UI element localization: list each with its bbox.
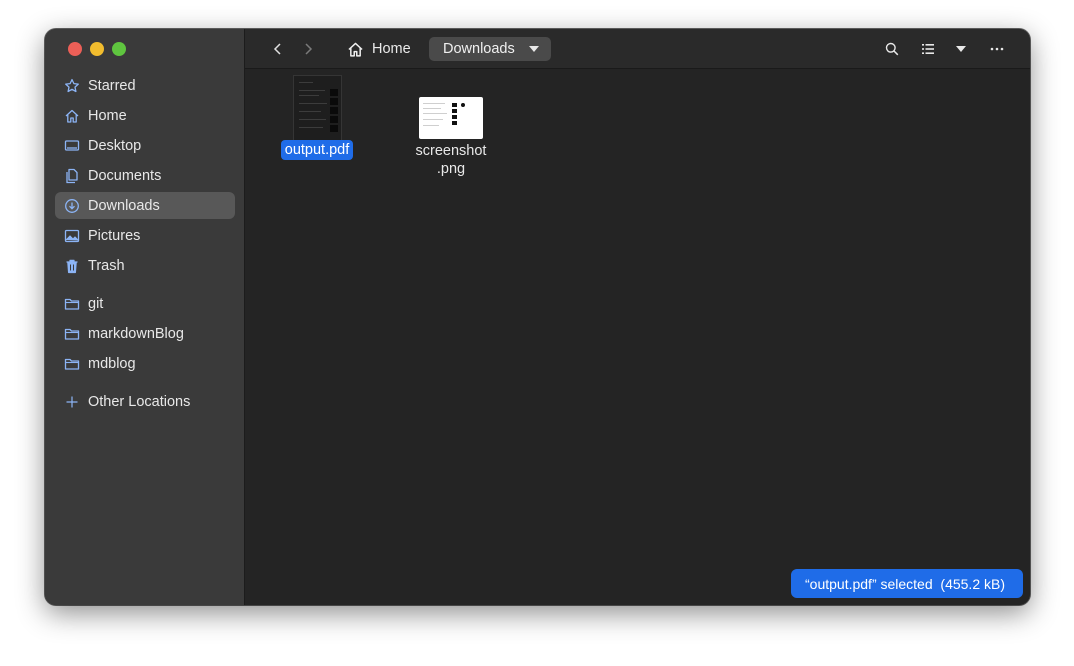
back-button[interactable] xyxy=(267,38,289,60)
breadcrumb-current-folder[interactable]: Downloads xyxy=(429,37,551,61)
sidebar-item-label: git xyxy=(88,295,104,312)
pictures-icon xyxy=(64,228,80,244)
search-icon xyxy=(885,42,899,56)
sidebar-item-label: Desktop xyxy=(88,137,142,154)
sidebar-item-label: Home xyxy=(88,107,127,124)
sidebar-item-label: Downloads xyxy=(88,197,160,214)
home-icon xyxy=(348,42,363,57)
sidebar-item-pictures[interactable]: Pictures xyxy=(55,222,235,249)
view-options-dropdown[interactable] xyxy=(950,38,972,60)
plus-icon xyxy=(64,394,80,410)
selection-status-badge: “output.pdf” selected (455.2 kB) xyxy=(791,569,1023,598)
download-icon xyxy=(64,198,80,214)
documents-icon xyxy=(64,168,80,184)
sidebar-item-label: Documents xyxy=(88,167,162,184)
sidebar-item-label: Starred xyxy=(88,77,136,94)
sidebar-item-desktop[interactable]: Desktop xyxy=(55,132,235,159)
window-controls xyxy=(68,42,126,56)
menu-button[interactable] xyxy=(986,38,1008,60)
selected-file-name: output.pdf xyxy=(280,140,354,160)
view-list-button[interactable] xyxy=(917,38,939,60)
sidebar-list: Starred Home Desktop Documents Downloads… xyxy=(55,72,235,418)
status-text: “output.pdf” selected (455.2 kB) xyxy=(805,575,1005,592)
desktop-icon xyxy=(64,138,80,154)
file-view: output.pdf screenshot .png “output.pdf” … xyxy=(245,69,1030,605)
sidebar-separator xyxy=(55,380,235,388)
sidebar-item-other-locations[interactable]: Other Locations xyxy=(55,388,235,415)
chevron-down-icon xyxy=(956,46,966,52)
pdf-thumbnail xyxy=(293,75,342,143)
sidebar-item-home[interactable]: Home xyxy=(55,102,235,129)
sidebar-separator xyxy=(55,282,235,290)
sidebar-item-label: Other Locations xyxy=(88,393,191,410)
sidebar-item-documents[interactable]: Documents xyxy=(55,162,235,189)
sidebar-item-downloads[interactable]: Downloads xyxy=(55,192,235,219)
maximize-window-button[interactable] xyxy=(112,42,126,56)
file-name-line-1: screenshot xyxy=(415,143,487,159)
sidebar-item-label: mdblog xyxy=(88,355,136,372)
sidebar-item-label: Pictures xyxy=(88,227,141,244)
trash-icon xyxy=(64,258,80,274)
close-window-button[interactable] xyxy=(68,42,82,56)
sidebar-item-label: Trash xyxy=(88,257,125,274)
chevron-right-icon xyxy=(305,43,313,55)
file-name: output.pdf xyxy=(277,140,357,160)
list-view-icon xyxy=(922,44,934,54)
breadcrumb-current-label: Downloads xyxy=(443,41,515,57)
sidebar-item-label: markdownBlog xyxy=(88,325,184,342)
sidebar-item-mdblog[interactable]: mdblog xyxy=(55,350,235,377)
sidebar-item-markdownblog[interactable]: markdownBlog xyxy=(55,320,235,347)
forward-button[interactable] xyxy=(297,38,319,60)
sidebar-item-trash[interactable]: Trash xyxy=(55,252,235,279)
search-button[interactable] xyxy=(881,38,903,60)
file-name-line-2: .png xyxy=(436,161,466,177)
file-name: screenshot .png xyxy=(406,142,496,178)
star-icon xyxy=(64,78,80,94)
minimize-window-button[interactable] xyxy=(90,42,104,56)
breadcrumb-home[interactable]: Home xyxy=(347,38,411,60)
chevron-down-icon xyxy=(528,46,539,52)
sidebar: Starred Home Desktop Documents Downloads… xyxy=(45,29,245,605)
chevron-left-icon xyxy=(273,43,281,55)
folder-icon xyxy=(64,296,80,312)
header-bar: Home Downloads xyxy=(245,29,1030,69)
folder-icon xyxy=(64,356,80,372)
sidebar-item-starred[interactable]: Starred xyxy=(55,72,235,99)
png-thumbnail xyxy=(419,97,483,139)
file-manager-window: Starred Home Desktop Documents Downloads… xyxy=(45,29,1030,605)
home-icon xyxy=(64,108,80,124)
sidebar-item-git[interactable]: git xyxy=(55,290,235,317)
breadcrumb-home-label: Home xyxy=(372,41,411,57)
folder-icon xyxy=(64,326,80,342)
more-icon xyxy=(990,47,1004,51)
